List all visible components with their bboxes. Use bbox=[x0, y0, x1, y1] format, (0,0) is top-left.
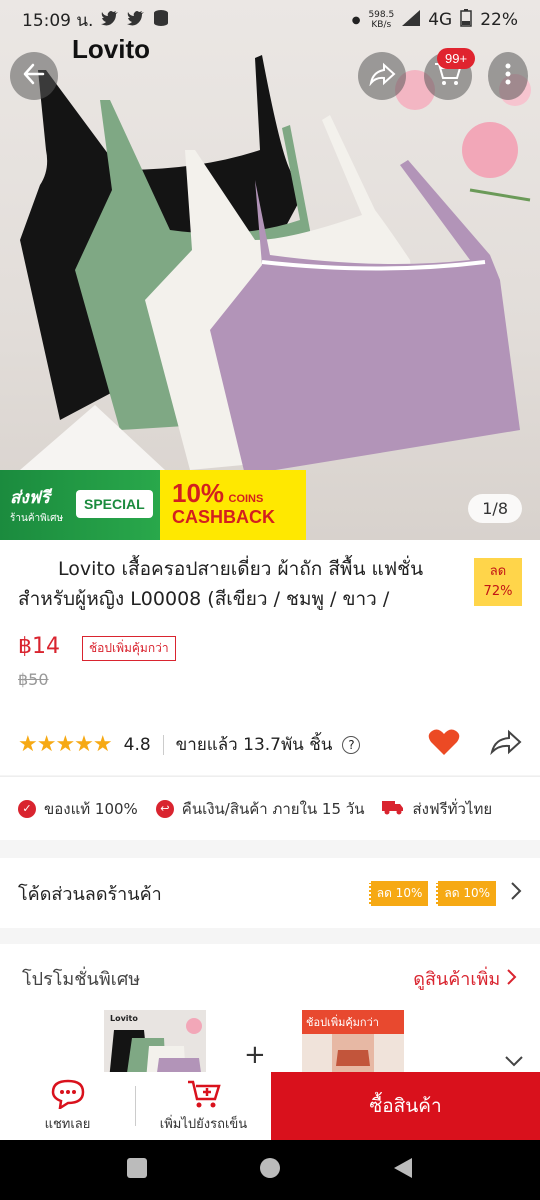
more-options-button[interactable] bbox=[488, 52, 528, 100]
coupon-chip: ลด 10% bbox=[436, 880, 496, 906]
sold-count: ขายแล้ว 13.7พัน ชิ้น bbox=[175, 735, 333, 755]
system-nav-bar bbox=[0, 1140, 540, 1200]
bundle-label: ช้อปเพิ่มคุ้มกว่า bbox=[302, 1010, 404, 1034]
bundle-deal-tag[interactable]: ช้อปเพิ่มคุ้มกว่า bbox=[82, 636, 176, 661]
more-vertical-icon bbox=[505, 63, 511, 89]
help-icon[interactable]: ? bbox=[342, 735, 361, 754]
chevron-right-icon bbox=[506, 969, 518, 990]
coupon-chip: ลด 10% bbox=[368, 880, 429, 906]
special-label: SPECIAL bbox=[76, 490, 153, 518]
guarantee-row[interactable]: ✓ ของแท้ 100% ↩ คืนเงิน/สินค้า ภายใน 15 … bbox=[0, 776, 540, 840]
database-icon bbox=[153, 9, 169, 32]
product-info-card: Lovito เสื้อครอปสายเดี่ยว ผ้าถัก สีพื้น … bbox=[0, 540, 540, 775]
discount-percent: 72% bbox=[483, 584, 513, 599]
home-button[interactable] bbox=[259, 1157, 281, 1183]
return-icon: ↩ bbox=[155, 799, 174, 818]
product-image-carousel[interactable]: 15:09 น. ● 598.5 KB/s 4G 22% Lovito 99+ … bbox=[0, 0, 540, 540]
recent-apps-button[interactable] bbox=[126, 1157, 148, 1183]
promo-banner[interactable]: ส่งฟรี ร้านค้าพิเศษ SPECIAL 10% COINS CA… bbox=[0, 470, 306, 540]
twitter-icon bbox=[127, 10, 145, 31]
twitter-icon bbox=[101, 10, 119, 31]
coupon-label: โค้ดส่วนลดร้านค้า bbox=[18, 883, 162, 905]
chat-button[interactable]: แชทเลย bbox=[0, 1072, 135, 1140]
cashback-percent: 10% bbox=[172, 478, 225, 508]
guarantee-authentic: ✓ ของแท้ 100% bbox=[18, 797, 138, 821]
chat-label: แชทเลย bbox=[44, 1116, 91, 1132]
cashback-banner: 10% COINS CASHBACK bbox=[160, 470, 306, 540]
share-button[interactable] bbox=[358, 52, 406, 100]
cart-count-badge: 99+ bbox=[437, 48, 476, 69]
buy-now-button[interactable]: ซื้อสินค้า bbox=[271, 1072, 540, 1140]
network-type: 4G bbox=[428, 10, 453, 30]
dot-icon: ● bbox=[351, 14, 361, 26]
chevron-down-icon[interactable] bbox=[504, 1052, 524, 1071]
share-arrow-icon bbox=[490, 729, 522, 760]
promo-bundle-thumb[interactable]: ช้อปเพิ่มคุ้มกว่า bbox=[302, 1010, 404, 1080]
current-price: ฿14 bbox=[18, 634, 60, 659]
add-to-cart-label: เพิ่มไปยังรถเข็น bbox=[159, 1116, 248, 1132]
rating-row: ★★★★★ 4.8 ขายแล้ว 13.7พัน ชิ้น ? bbox=[18, 728, 522, 761]
net-speed: 598.5 bbox=[368, 10, 395, 20]
thumb-brand: Lovito bbox=[110, 1014, 138, 1023]
promo-title: โปรโมชั่นพิเศษ bbox=[22, 969, 141, 990]
arrow-left-icon bbox=[21, 61, 47, 91]
chevron-right-icon bbox=[510, 881, 522, 906]
store-coupon-row[interactable]: โค้ดส่วนลดร้านค้า ลด 10% ลด 10% bbox=[0, 858, 540, 928]
brand-logo: Lovito bbox=[72, 34, 150, 64]
rating-stars-icon[interactable]: ★★★★★ bbox=[18, 732, 113, 757]
coins-label: COINS bbox=[228, 493, 264, 505]
guarantee-shipping: ส่งฟรีทั่วไทย bbox=[382, 797, 492, 821]
back-button[interactable] bbox=[10, 52, 58, 100]
plus-sign: + bbox=[244, 1040, 266, 1070]
clock: 15:09 น. bbox=[22, 10, 94, 31]
bottom-action-bar: แชทเลย เพิ่มไปยังรถเข็น ซื้อสินค้า bbox=[0, 1072, 540, 1140]
guarantee-return: ↩ คืนเงิน/สินค้า ภายใน 15 วัน bbox=[155, 797, 365, 821]
heart-icon bbox=[428, 729, 460, 761]
see-more-label: ดูสินค้าเพิ่ม bbox=[413, 969, 501, 990]
share-product-button[interactable] bbox=[490, 729, 522, 760]
free-shipping-banner: ส่งฟรี ร้านค้าพิเศษ SPECIAL bbox=[0, 470, 160, 540]
shield-check-icon: ✓ bbox=[18, 799, 36, 818]
original-price: ฿50 bbox=[18, 670, 49, 689]
like-button[interactable] bbox=[428, 728, 460, 761]
promo-product-thumb[interactable]: Lovito bbox=[104, 1010, 206, 1080]
guarantee-label: คืนเงิน/สินค้า ภายใน 15 วัน bbox=[181, 799, 365, 818]
cashback-label: CASHBACK bbox=[172, 507, 275, 527]
back-nav-button[interactable] bbox=[392, 1157, 414, 1183]
discount-label: ลด bbox=[489, 564, 507, 579]
see-more-link[interactable]: ดูสินค้าเพิ่ม bbox=[413, 964, 518, 993]
rating-value: 4.8 bbox=[123, 734, 151, 755]
add-to-cart-button[interactable]: เพิ่มไปยังรถเข็น bbox=[136, 1072, 271, 1140]
truck-icon bbox=[382, 799, 404, 819]
net-unit: KB/s bbox=[371, 20, 392, 30]
special-promotion-section: โปรโมชั่นพิเศษ ดูสินค้าเพิ่ม Lovito + ช้… bbox=[0, 944, 540, 1084]
guarantee-label: ของแท้ 100% bbox=[44, 799, 138, 818]
signal-icon bbox=[402, 9, 421, 31]
battery-icon bbox=[460, 8, 472, 32]
battery-level: 22% bbox=[480, 10, 518, 30]
image-page-indicator: 1/8 bbox=[468, 494, 522, 523]
chat-bubble-icon bbox=[51, 1079, 85, 1113]
share-arrow-icon bbox=[368, 62, 396, 90]
cart-plus-icon bbox=[187, 1079, 221, 1113]
divider bbox=[162, 734, 164, 755]
product-title: Lovito เสื้อครอปสายเดี่ยว ผ้าถัก สีพื้น … bbox=[18, 558, 424, 610]
guarantee-label: ส่งฟรีทั่วไทย bbox=[412, 799, 493, 818]
discount-tag: ลด 72% bbox=[474, 558, 522, 606]
